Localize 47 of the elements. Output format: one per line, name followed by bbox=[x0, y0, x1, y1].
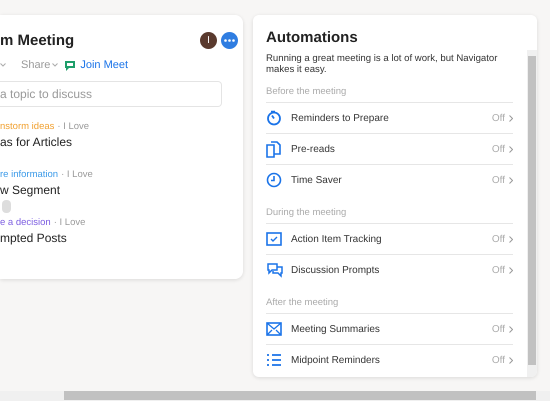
chevron-right-icon bbox=[509, 266, 513, 274]
section-heading: During the meeting bbox=[266, 207, 513, 224]
envelope-icon bbox=[266, 322, 282, 336]
topic-title[interactable]: w Segment bbox=[0, 183, 243, 197]
clock-icon bbox=[266, 172, 282, 188]
automation-row[interactable]: Reminders to Prepare Off bbox=[266, 103, 513, 134]
more-button[interactable] bbox=[221, 32, 238, 48]
chevron-right-icon bbox=[509, 326, 513, 332]
topic-category: nstorm ideas bbox=[0, 121, 54, 132]
meeting-title: m Meeting bbox=[0, 32, 76, 48]
panel-title: Automations bbox=[266, 29, 359, 47]
horizontal-scrollbar[interactable] bbox=[64, 391, 536, 400]
drag-handle[interactable] bbox=[2, 200, 11, 213]
chat-icon bbox=[266, 262, 284, 278]
automation-row[interactable]: Discussion Prompts Off bbox=[266, 255, 513, 285]
more-icon bbox=[224, 38, 235, 42]
section-heading: After the meeting bbox=[266, 297, 513, 314]
user-avatar[interactable]: I bbox=[200, 32, 217, 48]
automation-row[interactable]: Meeting Summaries Off bbox=[266, 314, 513, 345]
chevron-right-icon bbox=[509, 236, 513, 242]
topic-author: · I Love bbox=[54, 217, 86, 228]
join-meet-button[interactable]: Join Meet bbox=[64, 58, 128, 72]
topic-category: e a decision bbox=[0, 217, 51, 228]
section-heading: Before the meeting bbox=[266, 86, 513, 103]
chevron-right-icon bbox=[509, 114, 513, 122]
timer-icon bbox=[266, 110, 282, 126]
checkbox-icon bbox=[266, 232, 282, 246]
chevron-down-icon bbox=[52, 63, 58, 67]
topic-author: · I Love bbox=[57, 121, 90, 132]
topic-input-field[interactable]: a topic to discuss bbox=[0, 81, 222, 107]
automation-row[interactable]: Midpoint Reminders Off bbox=[266, 345, 513, 375]
automation-row[interactable]: Pre-reads Off bbox=[266, 134, 513, 165]
chevron-right-icon bbox=[509, 146, 513, 152]
panel-description: Running a great meeting is a lot of work, but Navigator makes it easy. bbox=[266, 53, 498, 75]
list-icon bbox=[266, 354, 282, 366]
chevron-right-icon bbox=[509, 176, 513, 184]
topic-author: · I Love bbox=[61, 169, 93, 180]
vertical-scrollbar[interactable] bbox=[528, 56, 536, 365]
automation-row[interactable]: Time Saver Off bbox=[266, 165, 513, 195]
video-chat-icon bbox=[64, 58, 76, 72]
chevron-right-icon bbox=[509, 356, 513, 364]
topic-title[interactable]: mpted Posts bbox=[0, 231, 243, 245]
chevron-down-icon[interactable] bbox=[0, 63, 6, 67]
documents-icon bbox=[266, 140, 282, 158]
topic-category: re information bbox=[0, 169, 58, 180]
automation-row[interactable]: Action Item Tracking Off bbox=[266, 224, 513, 255]
topic-title[interactable]: as for Articles bbox=[0, 135, 243, 149]
